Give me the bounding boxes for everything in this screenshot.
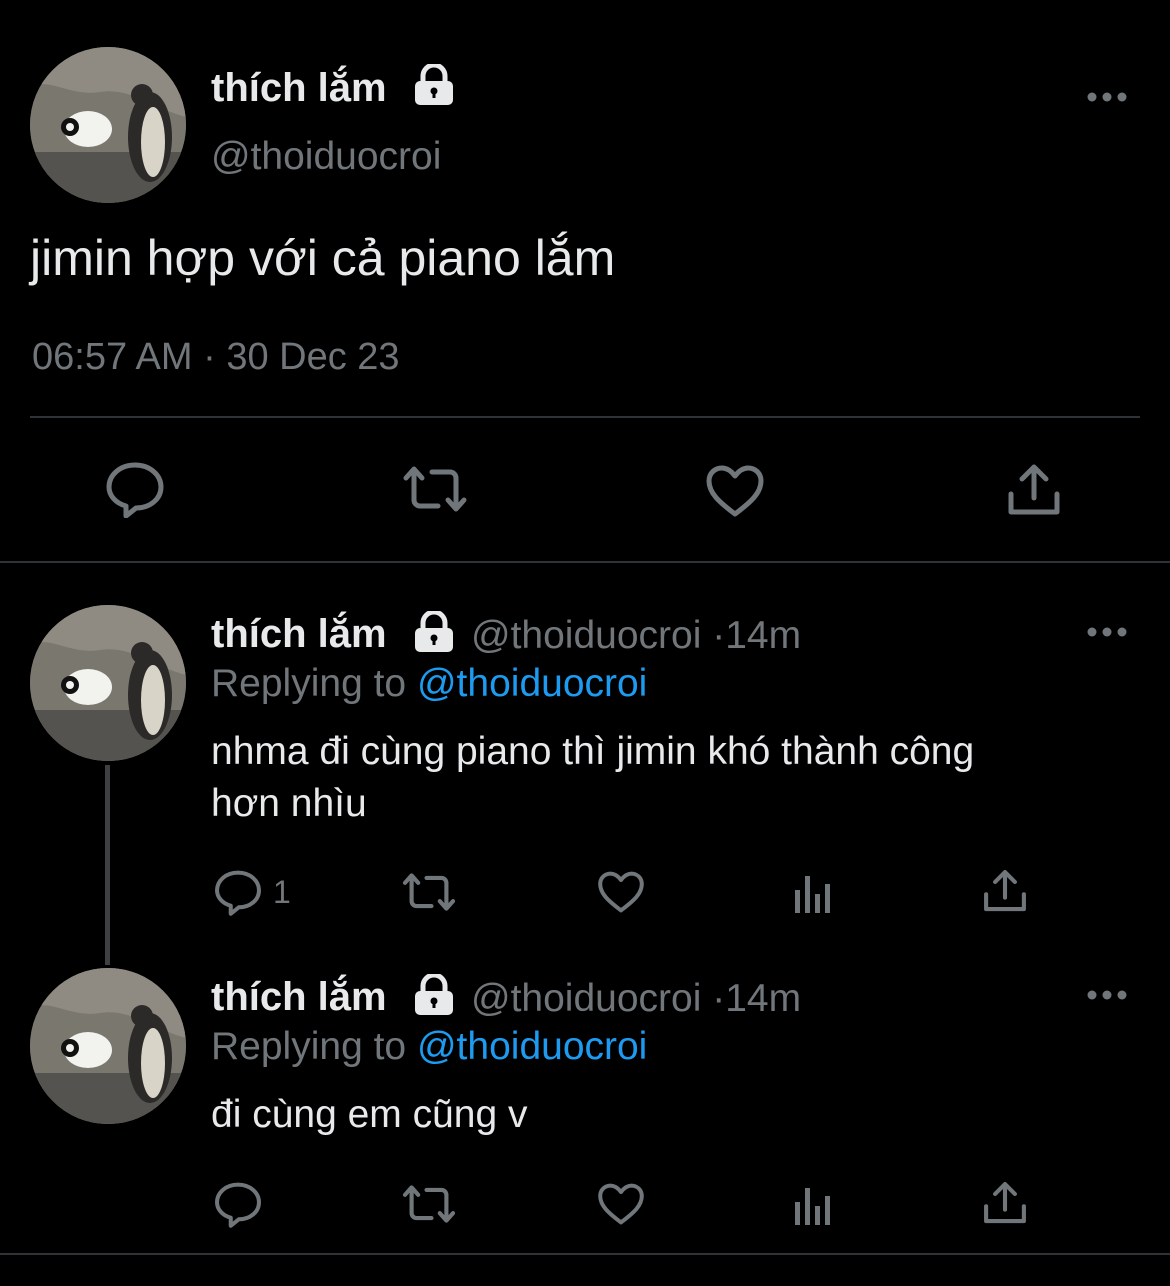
like-icon[interactable] bbox=[705, 464, 765, 518]
more-icon[interactable] bbox=[1087, 989, 1127, 1001]
separator: · bbox=[203, 336, 216, 378]
more-icon[interactable] bbox=[1087, 626, 1127, 638]
reply-text-line: nhma đi cùng piano thì jimin khó thành c… bbox=[211, 730, 975, 773]
separator: · bbox=[712, 977, 726, 1020]
replying-prefix: Replying to bbox=[211, 662, 407, 705]
reply-icon[interactable] bbox=[213, 1180, 263, 1228]
lock-icon bbox=[411, 974, 457, 1016]
reply-count: 1 bbox=[273, 874, 291, 910]
avatar[interactable] bbox=[30, 605, 186, 761]
separator: · bbox=[712, 614, 726, 657]
lock-icon bbox=[411, 64, 457, 106]
reply-text-line: đi cùng em cũng v bbox=[211, 1093, 528, 1136]
display-name[interactable]: thích lắm bbox=[211, 66, 387, 111]
retweet-icon[interactable] bbox=[400, 1183, 458, 1225]
lock-icon bbox=[411, 611, 457, 653]
reply-age[interactable]: 14m bbox=[725, 614, 801, 657]
replying-to: Replying to @thoiduocroi bbox=[211, 1025, 647, 1069]
divider bbox=[30, 416, 1140, 418]
like-icon[interactable] bbox=[597, 870, 645, 914]
tweet-date[interactable]: 30 Dec 23 bbox=[226, 336, 399, 378]
display-name[interactable]: thích lắm bbox=[211, 975, 387, 1019]
divider bbox=[0, 1253, 1170, 1255]
retweet-icon[interactable] bbox=[400, 871, 458, 913]
analytics-icon[interactable] bbox=[793, 872, 833, 914]
replying-handle-link[interactable]: @thoiduocroi bbox=[417, 662, 647, 705]
replying-prefix: Replying to bbox=[211, 1025, 407, 1068]
reply-icon[interactable] bbox=[213, 868, 263, 916]
tweet-text: jimin hợp với cả piano lắm bbox=[30, 230, 616, 286]
reply-icon[interactable] bbox=[104, 460, 166, 518]
avatar[interactable] bbox=[30, 47, 186, 203]
share-icon[interactable] bbox=[982, 868, 1028, 914]
reply-header: thích lắm bbox=[211, 975, 387, 1020]
reply-meta: @thoiduocroi ·14m bbox=[471, 614, 801, 658]
replying-handle-link[interactable]: @thoiduocroi bbox=[417, 1025, 647, 1068]
share-icon[interactable] bbox=[1006, 462, 1062, 518]
replying-to: Replying to @thoiduocroi bbox=[211, 662, 647, 706]
reply-age[interactable]: 14m bbox=[725, 977, 801, 1020]
handle[interactable]: @thoiduocroi bbox=[471, 977, 701, 1020]
thread-line bbox=[105, 765, 110, 965]
analytics-icon[interactable] bbox=[793, 1184, 833, 1226]
more-icon[interactable] bbox=[1087, 91, 1127, 103]
display-name-text[interactable]: thích lắm bbox=[211, 66, 387, 110]
tweet-time[interactable]: 06:57 AM bbox=[32, 336, 193, 378]
tweet-timestamp[interactable]: 06:57 AM · 30 Dec 23 bbox=[32, 336, 400, 379]
avatar[interactable] bbox=[30, 968, 186, 1124]
handle[interactable]: @thoiduocroi bbox=[211, 135, 441, 179]
reply-text-line: hơn nhìu bbox=[211, 782, 367, 825]
divider bbox=[0, 561, 1170, 563]
reply-header: thích lắm bbox=[211, 612, 387, 657]
reply-meta: @thoiduocroi ·14m bbox=[471, 977, 801, 1021]
handle[interactable]: @thoiduocroi bbox=[471, 614, 701, 657]
share-icon[interactable] bbox=[982, 1180, 1028, 1226]
display-name[interactable]: thích lắm bbox=[211, 612, 387, 656]
like-icon[interactable] bbox=[597, 1182, 645, 1226]
retweet-icon[interactable] bbox=[400, 464, 470, 514]
